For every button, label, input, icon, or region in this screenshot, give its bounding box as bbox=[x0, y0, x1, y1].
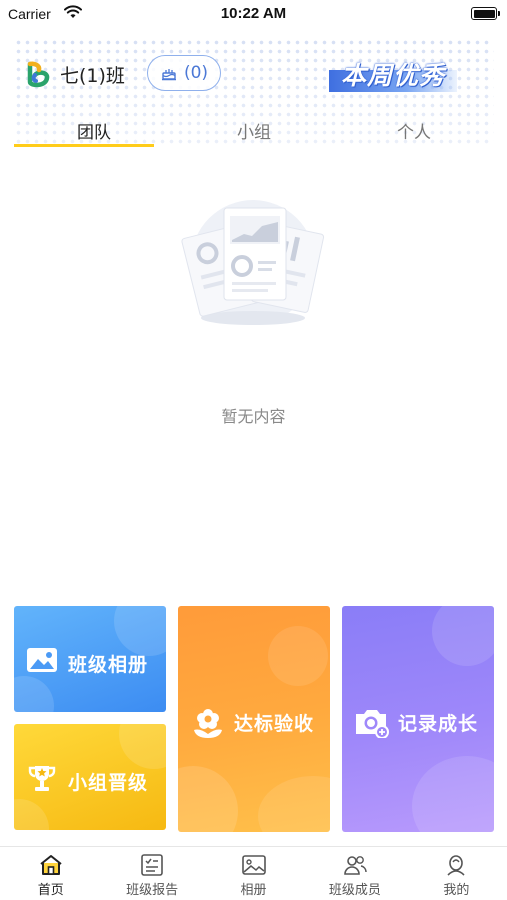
nav-album-label: 相册 bbox=[240, 883, 267, 898]
standard-check-label: 达标验收 bbox=[234, 713, 315, 735]
profile-icon bbox=[447, 855, 465, 876]
nav-class-report-label: 班级报告 bbox=[126, 883, 179, 898]
report-icon bbox=[141, 854, 163, 876]
bottom-nav: 首页 班级报告 相册 班级成员 我的 bbox=[0, 846, 507, 900]
nav-class-members[interactable]: 班级成员 bbox=[304, 847, 405, 900]
class-name[interactable]: 七(1)班 bbox=[60, 61, 125, 88]
nav-class-members-label: 班级成员 bbox=[328, 883, 381, 898]
status-time: 10:22 AM bbox=[220, 5, 287, 22]
cake-icon bbox=[161, 69, 176, 81]
nav-home[interactable]: 首页 bbox=[0, 847, 101, 900]
class-album-label: 班级相册 bbox=[68, 654, 149, 676]
weekly-best-banner[interactable]: 本周优秀 bbox=[329, 56, 457, 92]
nav-profile[interactable]: 我的 bbox=[406, 847, 507, 900]
cake-count: (0) bbox=[183, 63, 209, 83]
members-icon bbox=[344, 856, 367, 875]
nav-profile-label: 我的 bbox=[443, 883, 470, 898]
trophy-icon bbox=[28, 766, 56, 791]
cake-badge[interactable]: (0) bbox=[147, 55, 221, 91]
record-growth-card[interactable]: 记录成长 bbox=[342, 606, 494, 832]
status-bar: Carrier 10:22 AM bbox=[0, 0, 507, 30]
school-logo-icon bbox=[27, 61, 50, 88]
tab-bar: 团队 小组 个人 bbox=[14, 112, 494, 148]
image-icon bbox=[27, 648, 57, 672]
camera-icon bbox=[356, 710, 389, 738]
home-icon bbox=[40, 855, 62, 875]
battery-icon bbox=[471, 7, 500, 20]
nav-class-report[interactable]: 班级报告 bbox=[101, 847, 202, 900]
class-album-card[interactable]: 班级相册 bbox=[14, 606, 166, 712]
standard-check-card[interactable]: 达标验收 bbox=[178, 606, 330, 832]
album-icon bbox=[241, 855, 266, 875]
tab-team[interactable]: 团队 bbox=[14, 112, 174, 148]
empty-documents-illustration bbox=[181, 200, 325, 325]
weekly-best-title: 本周优秀 bbox=[341, 61, 446, 90]
nav-home-label: 首页 bbox=[37, 883, 64, 898]
tab-group[interactable]: 小组 bbox=[174, 112, 334, 148]
flower-award-icon bbox=[194, 709, 222, 738]
tab-individual[interactable]: 个人 bbox=[334, 112, 494, 148]
group-promotion-label: 小组晋级 bbox=[68, 772, 149, 794]
empty-message: 暂无内容 bbox=[221, 407, 286, 426]
record-growth-label: 记录成长 bbox=[398, 713, 479, 735]
group-promotion-card[interactable]: 小组晋级 bbox=[14, 724, 166, 830]
nav-album[interactable]: 相册 bbox=[203, 847, 304, 900]
